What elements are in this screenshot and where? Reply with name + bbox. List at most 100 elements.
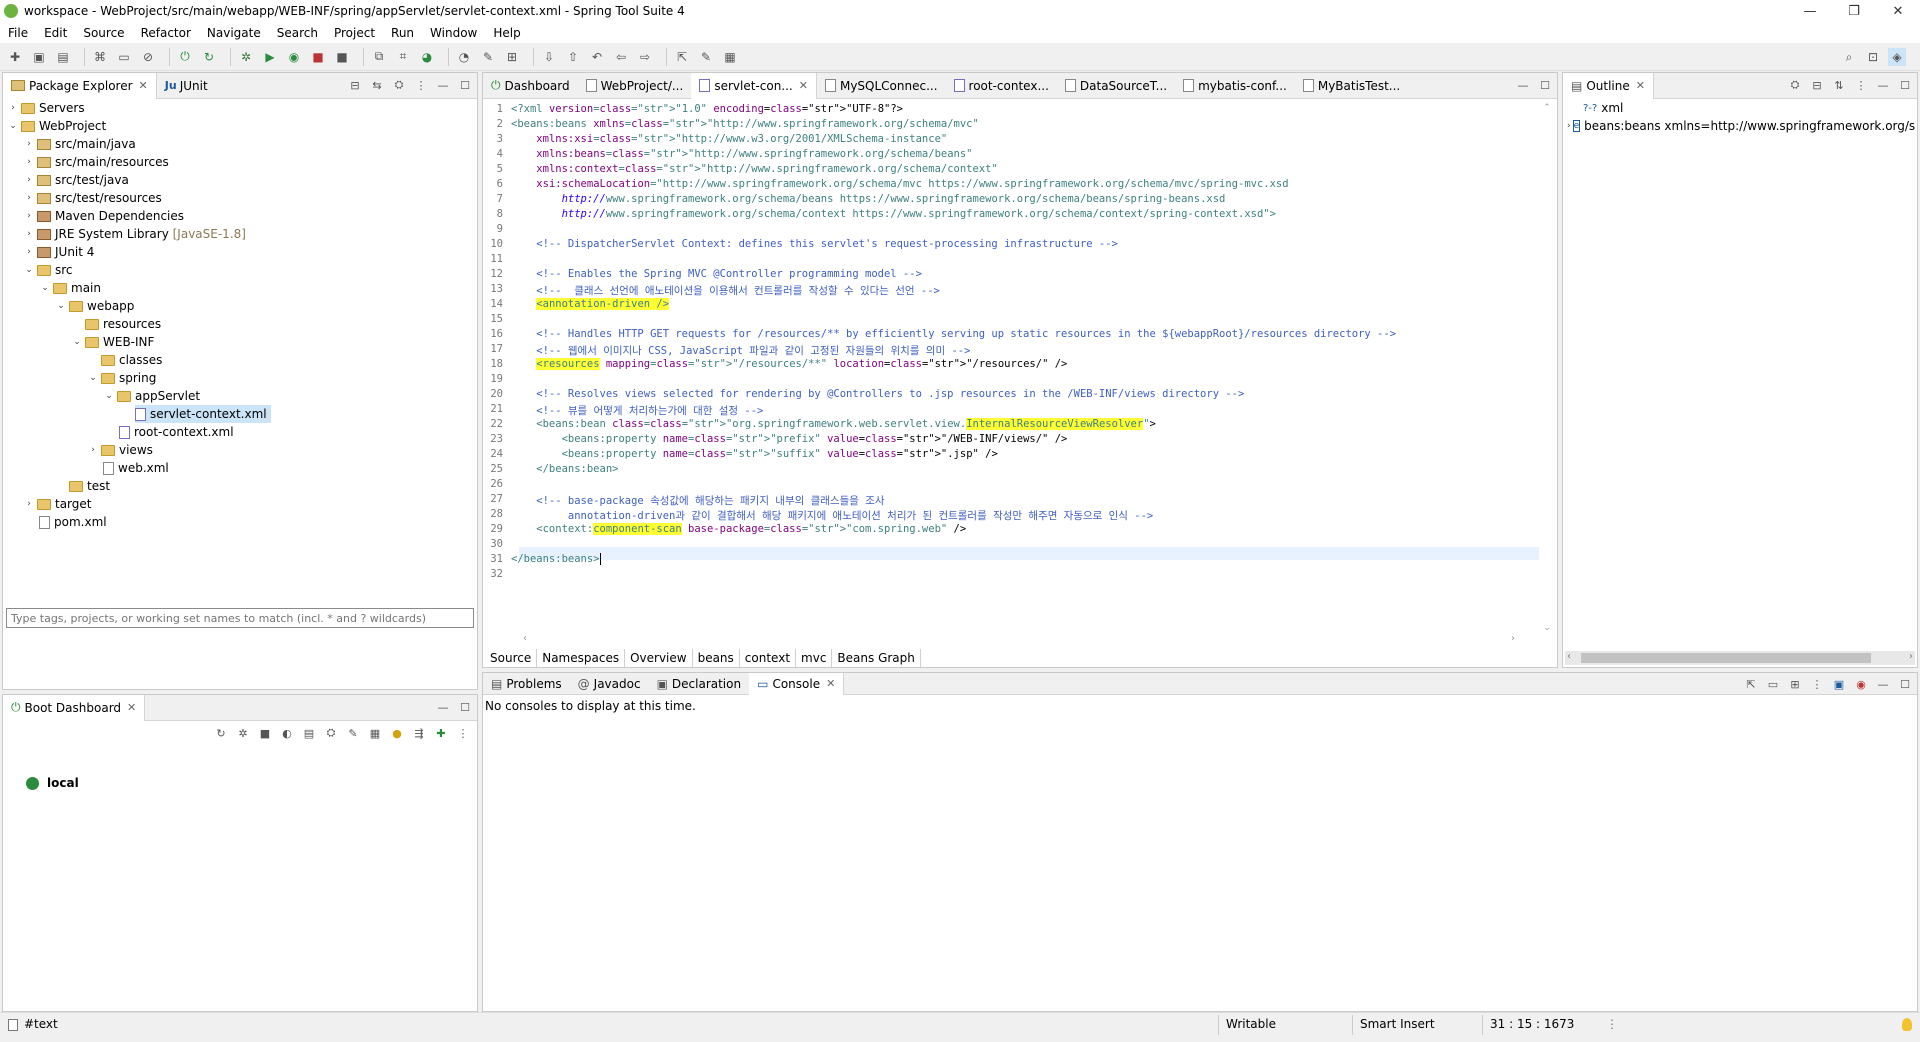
stop-icon[interactable]: ■ xyxy=(333,48,351,66)
chevron-right-icon[interactable]: › xyxy=(87,445,99,455)
scroll-right-icon[interactable]: › xyxy=(1511,633,1515,644)
scroll-left-icon[interactable]: ‹ xyxy=(1567,651,1571,662)
live-hover-icon[interactable]: ⛭ xyxy=(323,725,339,741)
status-menu-icon[interactable]: ⋮ xyxy=(1606,1017,1618,1031)
page-tab-mvc[interactable]: mvc xyxy=(796,649,833,667)
show-whitespace-icon[interactable]: ▦ xyxy=(721,48,739,66)
new-icon[interactable]: ✚ xyxy=(6,48,24,66)
menu-project[interactable]: Project xyxy=(326,26,383,40)
page-tab-context[interactable]: context xyxy=(740,649,797,667)
filter-icon[interactable]: ⇶ xyxy=(411,725,427,741)
tab-outline[interactable]: ▤ Outline ✕ xyxy=(1563,72,1654,99)
search-icon[interactable]: ⌕ xyxy=(1840,48,1858,66)
debug-icon[interactable]: ✲ xyxy=(235,725,251,741)
tree-item-junit4[interactable]: › JUnit 4 xyxy=(23,243,94,261)
chevron-right-icon[interactable]: › xyxy=(23,229,35,239)
pin-editor-icon[interactable]: ⇱ xyxy=(673,48,691,66)
chevron-right-icon[interactable]: › xyxy=(23,175,35,185)
tree-item-root-context-xml[interactable]: root-context.xml xyxy=(119,423,234,441)
debug-icon[interactable]: ✲ xyxy=(237,48,255,66)
menu-run[interactable]: Run xyxy=(383,26,422,40)
open-browser-icon[interactable]: ◐ xyxy=(279,725,295,741)
hide-attributes-icon[interactable]: ⛭ xyxy=(1787,77,1803,93)
chevron-right-icon[interactable]: › xyxy=(23,499,35,509)
tab-console[interactable]: ▭ Console ✕ xyxy=(749,672,845,695)
editor-horizontal-scrollbar[interactable]: ‹ › xyxy=(519,633,1519,645)
view-menu-icon[interactable]: ⋮ xyxy=(1853,77,1869,93)
save-icon[interactable]: ▣ xyxy=(30,48,48,66)
run-icon[interactable]: ▶ xyxy=(261,48,279,66)
new-package-icon[interactable]: ⌗ xyxy=(394,48,412,66)
tree-item-views[interactable]: › views xyxy=(87,441,153,459)
stop-icon[interactable]: ■ xyxy=(257,725,273,741)
start-icon[interactable]: ↻ xyxy=(213,725,229,741)
tab-package-explorer[interactable]: Package Explorer ✕ xyxy=(3,72,157,99)
chevron-right-icon[interactable]: › xyxy=(23,139,35,149)
tab-declaration[interactable]: ▣ Declaration xyxy=(649,673,750,695)
menu-refactor[interactable]: Refactor xyxy=(133,26,199,40)
new-class-icon[interactable]: ◕ xyxy=(418,48,436,66)
chevron-down-icon[interactable]: ⌄ xyxy=(23,265,35,275)
open-perspective-icon[interactable]: ⊡ xyxy=(1864,48,1882,66)
menu-help[interactable]: Help xyxy=(485,26,528,40)
outline-item-beans[interactable]: › e beans:beans xmlns=http://www.springfra… xyxy=(1567,117,1915,135)
collapse-all-icon[interactable]: ⊟ xyxy=(347,77,363,93)
mark-occurrences-icon[interactable]: ✎ xyxy=(697,48,715,66)
close-icon[interactable]: ✕ xyxy=(139,79,148,92)
collapse-all-icon[interactable]: ⊟ xyxy=(1809,77,1825,93)
pin-console-icon[interactable]: ⇱ xyxy=(1743,676,1759,692)
boot-dashboard-icon[interactable]: ⏻ xyxy=(176,48,194,66)
link-with-editor-icon[interactable]: ⇆ xyxy=(369,77,385,93)
scroll-left-icon[interactable]: ‹ xyxy=(523,633,527,644)
remove-launches-icon[interactable]: ◉ xyxy=(1853,676,1869,692)
editor-vertical-scrollbar[interactable]: ⌃ ⌄ xyxy=(1541,103,1553,633)
minimize-button[interactable]: — xyxy=(1788,0,1832,22)
chevron-down-icon[interactable]: ⌄ xyxy=(103,391,115,401)
display-selected-console-icon[interactable]: ▭ xyxy=(1765,676,1781,692)
outline-item-xml[interactable]: ?-? xml xyxy=(1583,99,1623,117)
add-icon[interactable]: ✚ xyxy=(433,725,449,741)
menu-file[interactable]: File xyxy=(0,26,36,40)
chevron-right-icon[interactable]: › xyxy=(23,193,35,203)
previous-annotation-icon[interactable]: ⇧ xyxy=(564,48,582,66)
menu-window[interactable]: Window xyxy=(422,26,485,40)
editor-tab-mybatistest[interactable]: MyBatisTest... xyxy=(1295,73,1408,99)
minimize-view-icon[interactable]: — xyxy=(1515,77,1531,93)
scroll-up-icon[interactable]: ⌃ xyxy=(1541,103,1553,113)
close-icon[interactable]: ✕ xyxy=(1636,79,1645,92)
scroll-right-icon[interactable]: › xyxy=(1909,651,1913,662)
maximize-view-icon[interactable]: ☐ xyxy=(1897,676,1913,692)
page-tab-source[interactable]: Source xyxy=(485,649,538,667)
minimize-view-icon[interactable]: — xyxy=(435,77,451,93)
tree-item-src-main-java[interactable]: › src/main/java xyxy=(23,135,136,153)
tab-junit[interactable]: Ju JUnit xyxy=(157,73,216,99)
code-editor[interactable]: 1 <?xml version=class="str">"1.0" encodin… xyxy=(483,99,1539,637)
chevron-right-icon[interactable]: › xyxy=(23,211,35,221)
open-console-icon[interactable]: ⊞ xyxy=(1787,676,1803,692)
last-edit-icon[interactable]: ↶ xyxy=(588,48,606,66)
scroll-down-icon[interactable]: ⌄ xyxy=(1541,623,1553,633)
tree-item-src-test-java[interactable]: › src/test/java xyxy=(23,171,129,189)
refresh-icon[interactable]: ↻ xyxy=(200,48,218,66)
properties-icon[interactable]: ▦ xyxy=(367,725,383,741)
chevron-right-icon[interactable]: › xyxy=(23,157,35,167)
forward-icon[interactable]: ⇨ xyxy=(636,48,654,66)
page-tab-namespaces[interactable]: Namespaces xyxy=(537,649,626,667)
tree-item-webapp[interactable]: ⌄ webapp xyxy=(55,297,134,315)
edit-icon[interactable]: ✎ xyxy=(345,725,361,741)
restore-button[interactable]: ❐ xyxy=(1832,0,1876,22)
chevron-down-icon[interactable]: ⌄ xyxy=(71,337,83,347)
chevron-down-icon[interactable]: ⌄ xyxy=(39,283,51,293)
open-type-icon[interactable]: ⌘ xyxy=(91,48,109,66)
tree-item-web-xml[interactable]: web.xml xyxy=(103,459,169,477)
chevron-right-icon[interactable]: › xyxy=(23,247,35,257)
editor-tab-dashboard[interactable]: ⏻ Dashboard xyxy=(483,73,578,99)
tree-item-pom-xml[interactable]: pom.xml xyxy=(39,513,107,531)
back-icon[interactable]: ⇦ xyxy=(612,48,630,66)
tree-item-resources[interactable]: resources xyxy=(71,315,161,333)
chevron-down-icon[interactable]: ⌄ xyxy=(7,121,19,131)
maximize-view-icon[interactable]: ☐ xyxy=(1537,77,1553,93)
chevron-right-icon[interactable]: › xyxy=(1567,121,1571,131)
external-tools-icon[interactable]: ■ xyxy=(309,48,327,66)
new-java-project-icon[interactable]: ⧉ xyxy=(370,48,388,66)
